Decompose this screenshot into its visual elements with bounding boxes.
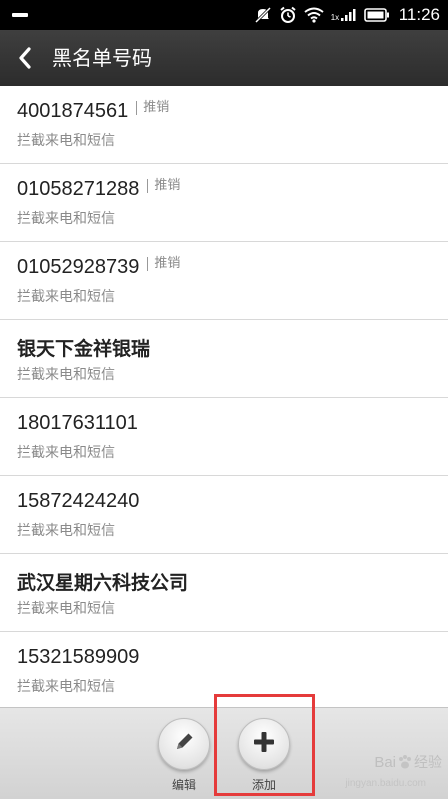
item-number: 15321589909 [17,646,140,668]
list-item[interactable]: 4001874561 推销 拦截来电和短信 [0,86,448,164]
item-subtitle: 拦截来电和短信 [17,211,115,227]
alarm-icon [279,6,297,24]
item-number: 01052928739 推销 [17,256,181,278]
network-label: 1x [330,13,340,22]
item-subtitle: 拦截来电和短信 [17,367,115,383]
list-item[interactable]: 01052928739 推销 拦截来电和短信 [0,242,448,320]
item-number: 4001874561 推销 [17,100,170,122]
item-tag: 推销 [136,101,169,115]
item-subtitle: 拦截来电和短信 [17,523,115,539]
status-bar: 1x 11:26 [0,0,448,30]
item-tag: 推销 [147,179,180,193]
notification-icon [12,13,28,17]
list-item[interactable]: 15872424240 拦截来电和短信 [0,476,448,554]
item-number: 01058271288 推销 [17,178,181,200]
chevron-left-icon[interactable] [14,46,38,70]
status-time: 11:26 [398,5,440,24]
item-subtitle: 拦截来电和短信 [17,133,115,149]
signal-icon: 1x [331,7,357,23]
list-item[interactable]: 15321589909 拦截来电和短信 [0,632,448,709]
list-item[interactable]: 18017631101 拦截来电和短信 [0,398,448,476]
paw-icon [397,754,413,770]
item-subtitle: 拦截来电和短信 [17,445,115,461]
item-subtitle: 拦截来电和短信 [17,601,115,617]
status-icons: 1x 11:26 [254,0,440,30]
item-name: 武汉星期六科技公司 [17,572,189,594]
item-subtitle: 拦截来电和短信 [17,289,115,305]
watermark-text2: 经验 [414,755,442,771]
mute-icon [254,6,272,24]
watermark: Bai 经验 [374,752,442,772]
plus-icon [251,729,277,759]
watermark-url: jingyan.baidu.com [345,778,426,789]
page-title: 黑名单号码 [52,46,152,70]
wifi-icon [304,7,324,23]
pencil-icon [171,729,197,759]
item-tag: 推销 [147,257,180,271]
battery-icon [363,7,390,23]
add-button[interactable]: 添加 [229,718,299,798]
watermark-text: Bai [374,753,396,771]
title-bar: 黑名单号码 [0,30,448,86]
edit-button[interactable]: 编辑 [149,718,219,798]
blacklist-list: 4001874561 推销 拦截来电和短信 01058271288 推销 拦截来电和… [0,86,448,709]
list-item[interactable]: 武汉星期六科技公司 拦截来电和短信 [0,554,448,632]
edit-label: 编辑 [171,778,196,792]
item-number: 15872424240 [17,490,140,512]
item-number: 18017631101 [17,412,138,434]
item-subtitle: 拦截来电和短信 [17,679,115,695]
add-label: 添加 [251,778,276,792]
edit-button-circle[interactable] [158,718,210,770]
list-item[interactable]: 银天下金祥银瑞 拦截来电和短信 [0,320,448,398]
add-button-circle[interactable] [238,718,290,770]
item-name: 银天下金祥银瑞 [17,338,151,360]
list-item[interactable]: 01058271288 推销 拦截来电和短信 [0,164,448,242]
